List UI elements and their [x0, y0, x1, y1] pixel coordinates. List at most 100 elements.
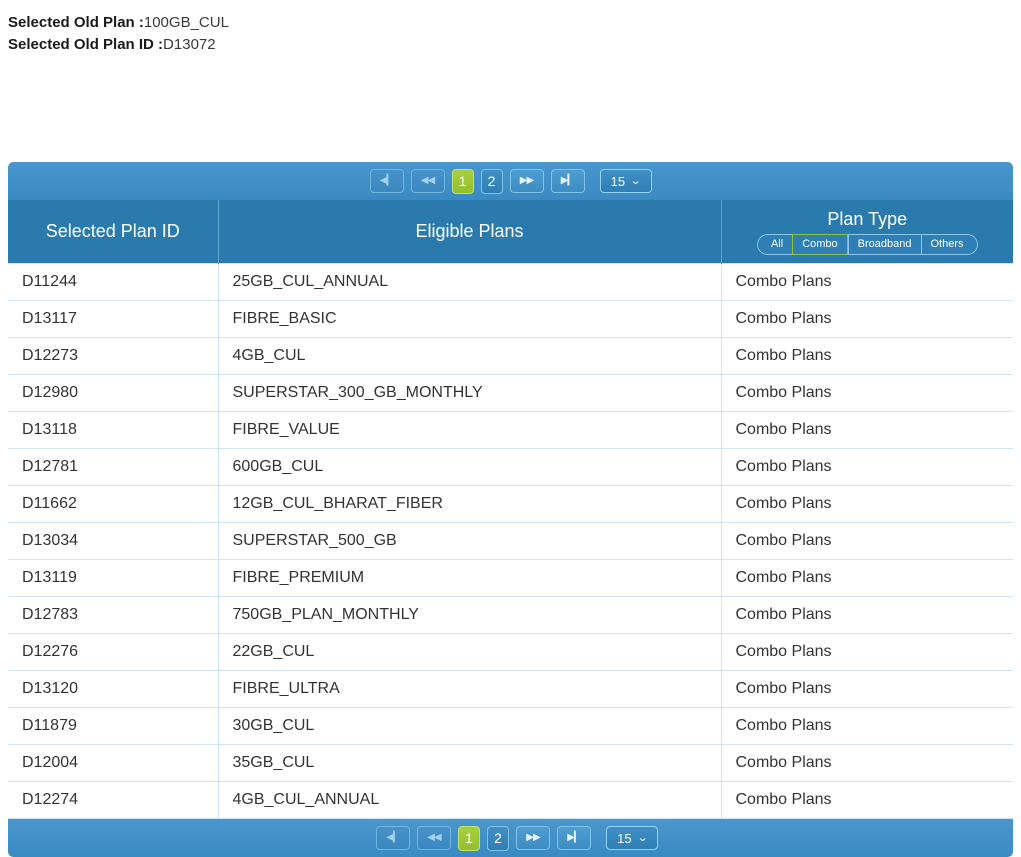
table-row[interactable]: D12781 600GB_CUL Combo Plans	[8, 448, 1013, 486]
plan-type-filter-group: All Combo Broadband Others	[756, 233, 978, 255]
first-page-button[interactable]: ◀▎	[369, 169, 404, 193]
table-row[interactable]: D12004 35GB_CUL Combo Plans	[8, 744, 1013, 782]
plan-id-cell: D12273	[8, 337, 219, 375]
plan-id-cell: D12783	[8, 596, 219, 634]
plan-type-cell: Combo Plans	[721, 744, 1013, 782]
plan-id-cell: D12276	[8, 633, 219, 671]
plan-name-cell: FIBRE_PREMIUM	[218, 559, 722, 597]
page-number-1-button[interactable]: 1	[451, 168, 474, 194]
table-row[interactable]: D12783 750GB_PLAN_MONTHLY Combo Plans	[8, 596, 1013, 634]
previous-page-button-bottom[interactable]: ◀◀	[417, 826, 451, 850]
plan-name-cell: FIBRE_VALUE	[218, 411, 722, 449]
plan-id-cell: D12781	[8, 448, 219, 486]
plan-id-cell: D13117	[8, 300, 219, 338]
plan-type-filter-combo[interactable]: Combo	[792, 233, 848, 255]
plan-name-cell: SUPERSTAR_500_GB	[218, 522, 722, 560]
plan-type-cell: Combo Plans	[721, 448, 1013, 486]
selected-old-plan-line: Selected Old Plan :100GB_CUL	[8, 12, 1021, 34]
column-header-eligible-plans: Eligible Plans	[218, 200, 722, 264]
table-row[interactable]: D13034 SUPERSTAR_500_GB Combo Plans	[8, 522, 1013, 560]
plan-name-cell: 750GB_PLAN_MONTHLY	[218, 596, 722, 634]
next-page-button-bottom[interactable]: ▶▶	[516, 826, 550, 850]
chevron-down-icon: ⌄	[629, 174, 642, 187]
table-row[interactable]: D12273 4GB_CUL Combo Plans	[8, 337, 1013, 375]
selected-old-plan-label: Selected Old Plan :	[8, 14, 144, 31]
plan-type-title: Plan Type	[827, 208, 908, 229]
plan-type-filter-all[interactable]: All	[756, 233, 793, 255]
table-row[interactable]: D12276 22GB_CUL Combo Plans	[8, 633, 1013, 671]
column-header-selected-plan-id: Selected Plan ID	[8, 200, 219, 264]
plan-name-cell: SUPERSTAR_300_GB_MONTHLY	[218, 374, 722, 412]
plan-type-cell: Combo Plans	[721, 300, 1013, 338]
plan-type-cell: Combo Plans	[721, 263, 1013, 301]
plan-name-cell: 600GB_CUL	[218, 448, 722, 486]
plan-type-cell: Combo Plans	[721, 707, 1013, 745]
plan-name-cell: FIBRE_BASIC	[218, 300, 722, 338]
first-page-icon: ◀▎	[386, 832, 400, 843]
plan-type-cell: Combo Plans	[721, 411, 1013, 449]
plan-name-cell: 35GB_CUL	[218, 744, 722, 782]
plan-type-cell: Combo Plans	[721, 374, 1013, 412]
plan-type-cell: Combo Plans	[721, 781, 1013, 819]
last-page-icon: ▶▎	[567, 832, 581, 843]
plan-name-cell: 22GB_CUL	[218, 633, 722, 671]
plan-name-cell: 4GB_CUL	[218, 337, 722, 375]
eligible-plans-grid: ◀▎ ◀◀ 1 2 ▶▶ ▶▎ 15 ⌄ Selected Plan ID El…	[8, 162, 1013, 857]
plan-type-cell: Combo Plans	[721, 596, 1013, 634]
plan-name-cell: FIBRE_ULTRA	[218, 670, 722, 708]
plan-type-cell: Combo Plans	[721, 670, 1013, 708]
plan-name-cell: 25GB_CUL_ANNUAL	[218, 263, 722, 301]
table-row[interactable]: D12980 SUPERSTAR_300_GB_MONTHLY Combo Plan…	[8, 374, 1013, 412]
table-row[interactable]: D13117 FIBRE_BASIC Combo Plans	[8, 300, 1013, 338]
selected-old-plan-id-line: Selected Old Plan ID :D13072	[8, 34, 1021, 56]
column-header-plan-type: Plan Type All Combo Broadband Others	[721, 200, 1013, 264]
page-size-select[interactable]: 15 ⌄	[599, 169, 652, 193]
plan-id-cell: D13120	[8, 670, 219, 708]
plans-table: Selected Plan ID Eligible Plans Plan Typ…	[8, 200, 1013, 819]
page-number-2-button[interactable]: 2	[480, 168, 503, 194]
plan-type-cell: Combo Plans	[721, 633, 1013, 671]
page-size-value: 15	[610, 173, 626, 189]
table-row[interactable]: D11879 30GB_CUL Combo Plans	[8, 707, 1013, 745]
plan-type-cell: Combo Plans	[721, 559, 1013, 597]
selected-old-plan-id-value: D13072	[163, 36, 216, 53]
table-row[interactable]: D11244 25GB_CUL_ANNUAL Combo Plans	[8, 263, 1013, 301]
plan-name-cell: 12GB_CUL_BHARAT_FIBER	[218, 485, 722, 523]
plan-type-cell: Combo Plans	[721, 337, 1013, 375]
plan-type-cell: Combo Plans	[721, 522, 1013, 560]
first-page-icon: ◀▎	[379, 175, 394, 186]
last-page-icon: ▶▎	[560, 175, 575, 186]
plan-id-cell: D11879	[8, 707, 219, 745]
next-page-button[interactable]: ▶▶	[509, 169, 544, 193]
paginator-top: ◀▎ ◀◀ 1 2 ▶▶ ▶▎ 15 ⌄	[8, 162, 1013, 200]
paginator-bottom: ◀▎ ◀◀ 1 2 ▶▶ ▶▎ 15 ⌄	[8, 819, 1013, 857]
first-page-button-bottom[interactable]: ◀▎	[376, 826, 410, 850]
plan-name-cell: 30GB_CUL	[218, 707, 722, 745]
plan-id-cell: D12980	[8, 374, 219, 412]
table-row[interactable]: D11662 12GB_CUL_BHARAT_FIBER Combo Plans	[8, 485, 1013, 523]
page-size-select-bottom[interactable]: 15 ⌄	[606, 826, 658, 850]
page-number-1-button-bottom[interactable]: 1	[458, 825, 480, 851]
previous-page-button[interactable]: ◀◀	[410, 169, 445, 193]
chevron-down-icon: ⌄	[636, 831, 648, 844]
selected-plan-summary: Selected Old Plan :100GB_CUL Selected Ol…	[0, 0, 1021, 56]
plan-id-cell: D13034	[8, 522, 219, 560]
table-row[interactable]: D13118 FIBRE_VALUE Combo Plans	[8, 411, 1013, 449]
last-page-button[interactable]: ▶▎	[550, 169, 585, 193]
table-header-row: Selected Plan ID Eligible Plans Plan Typ…	[8, 200, 1013, 264]
table-row[interactable]: D13119 FIBRE_PREMIUM Combo Plans	[8, 559, 1013, 597]
previous-page-icon: ◀◀	[420, 175, 435, 186]
plan-type-filter-others[interactable]: Others	[920, 233, 978, 255]
previous-page-icon: ◀◀	[427, 832, 441, 843]
next-page-icon: ▶▶	[519, 175, 534, 186]
table-body: D11244 25GB_CUL_ANNUAL Combo Plans D13117 FI…	[8, 263, 1013, 819]
table-row[interactable]: D12274 4GB_CUL_ANNUAL Combo Plans	[8, 781, 1013, 819]
plan-id-cell: D12274	[8, 781, 219, 819]
page-number-2-button-bottom[interactable]: 2	[487, 825, 509, 851]
plan-id-cell: D13118	[8, 411, 219, 449]
next-page-icon: ▶▶	[526, 832, 540, 843]
last-page-button-bottom[interactable]: ▶▎	[557, 826, 591, 850]
selected-old-plan-id-label: Selected Old Plan ID :	[8, 36, 164, 53]
table-row[interactable]: D13120 FIBRE_ULTRA Combo Plans	[8, 670, 1013, 708]
plan-type-filter-broadband[interactable]: Broadband	[847, 233, 921, 255]
